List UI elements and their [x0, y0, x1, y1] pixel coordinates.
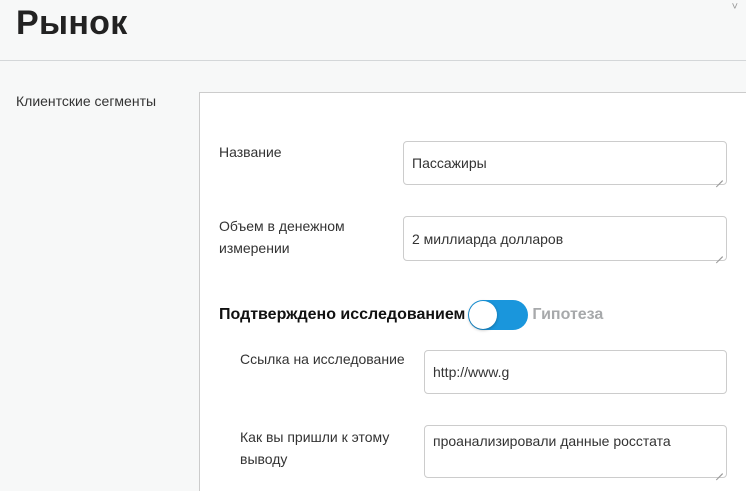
toggle-label-confirmed[interactable]: Подтверждено исследованием	[219, 306, 465, 324]
research-link-input[interactable]: http://www.g	[424, 350, 727, 394]
page-title: Рынок	[16, 4, 128, 42]
volume-field-value: 2 миллиарда долларов	[412, 230, 564, 247]
page: Рынок ˅ Клиентские сегменты Название Пас…	[0, 0, 746, 491]
research-hypothesis-toggle[interactable]	[468, 300, 529, 330]
toggle-knob[interactable]	[469, 301, 498, 329]
resize-handle-icon[interactable]	[716, 467, 723, 474]
conclusion-field-value: проанализировали данные росстата	[433, 433, 671, 449]
volume-field[interactable]: 2 миллиарда долларов	[403, 216, 727, 261]
research-toggle-row: Подтверждено исследованием Гипотеза	[219, 300, 603, 330]
toggle-label-hypothesis[interactable]: Гипотеза	[532, 306, 603, 324]
resize-handle-icon[interactable]	[716, 174, 723, 181]
conclusion-field[interactable]: проанализировали данные росстата	[424, 425, 727, 478]
name-label: Название	[219, 144, 282, 160]
chevron-down-icon[interactable]: ˅	[732, 1, 738, 13]
resize-handle-icon[interactable]	[716, 250, 723, 257]
section-label-client-segments: Клиентские сегменты	[16, 93, 157, 109]
name-field[interactable]: Пассажиры	[403, 141, 727, 185]
name-field-value: Пассажиры	[412, 155, 487, 171]
conclusion-label: Как вы пришли к этому выводу	[240, 426, 389, 470]
volume-label-line1: Объем в денежном	[219, 218, 345, 234]
volume-label: Объем в денежном измерении	[219, 215, 345, 259]
volume-label-line2: измерении	[219, 240, 290, 256]
page-header: Рынок ˅	[0, 0, 746, 61]
conclusion-label-line1: Как вы пришли к этому	[240, 429, 390, 445]
research-link-label: Ссылка на исследование	[240, 351, 405, 367]
research-link-value: http://www.g	[433, 364, 509, 380]
conclusion-label-line2: выводу	[240, 451, 288, 467]
